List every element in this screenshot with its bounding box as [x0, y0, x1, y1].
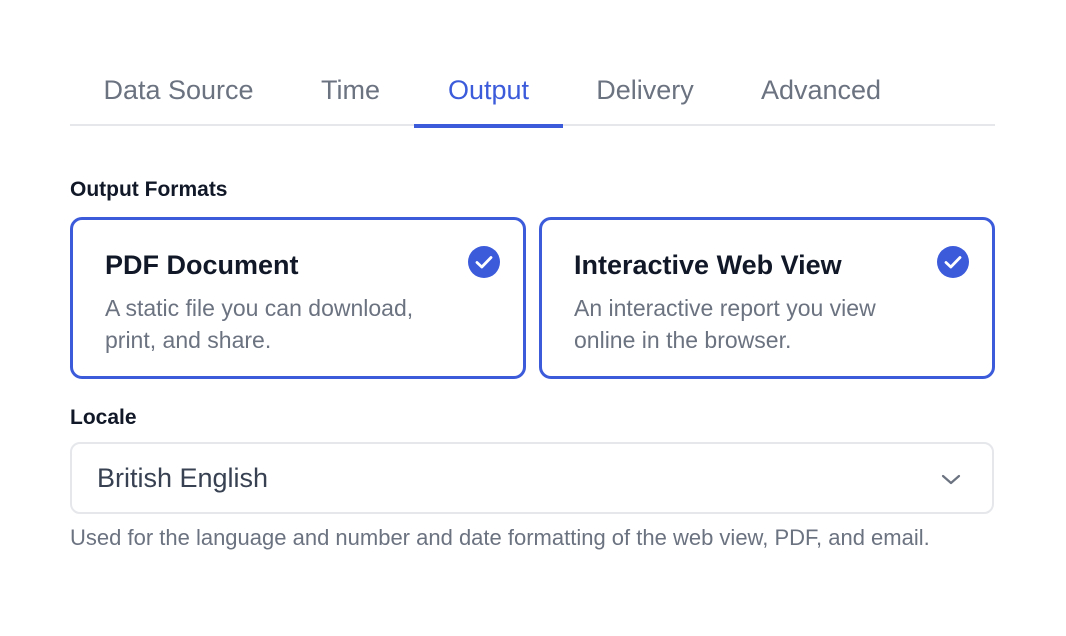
tab-bar: Data Source Time Output Delivery Advance… [70, 55, 995, 128]
output-formats-label: Output Formats [70, 178, 228, 201]
check-circle-icon [937, 246, 969, 278]
tab-data-source[interactable]: Data Source [86, 55, 271, 126]
interactive-web-view-title: Interactive Web View [574, 250, 842, 280]
tab-delivery[interactable]: Delivery [579, 55, 711, 126]
check-circle-icon [468, 246, 500, 278]
chevron-down-icon [940, 468, 962, 490]
interactive-web-view-description: An interactive report you view online in… [574, 295, 876, 353]
tab-advanced[interactable]: Advanced [743, 55, 899, 126]
locale-select[interactable]: British English [70, 442, 994, 514]
interactive-web-view-option[interactable]: Interactive Web View An interactive repo… [539, 217, 995, 379]
pdf-document-option[interactable]: PDF Document A static file you can downl… [70, 217, 526, 379]
tab-output[interactable]: Output [414, 55, 563, 128]
locale-help-text: Used for the language and number and dat… [70, 525, 930, 550]
locale-label: Locale [70, 406, 137, 429]
locale-select-value: British English [97, 462, 269, 493]
tab-time[interactable]: Time [303, 55, 398, 126]
pdf-document-description: A static file you can download, print, a… [105, 295, 414, 353]
pdf-document-title: PDF Document [105, 250, 299, 280]
